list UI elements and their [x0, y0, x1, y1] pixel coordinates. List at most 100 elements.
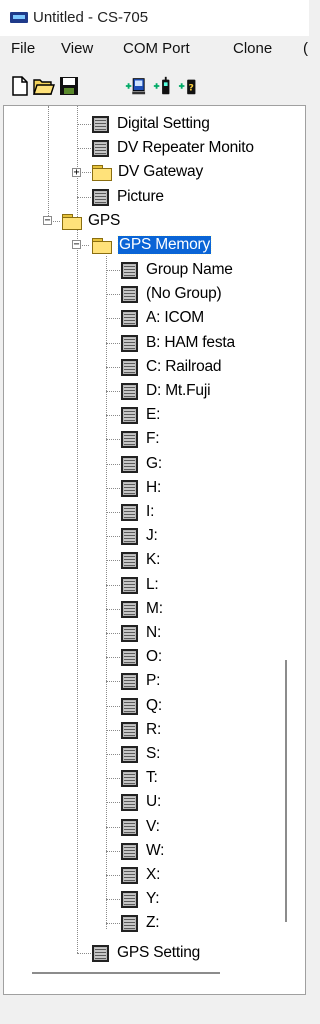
settings-page-icon	[121, 914, 138, 932]
tree-item-picture[interactable]: Picture	[92, 185, 164, 209]
tree-item-label: (No Group)	[146, 285, 222, 302]
tree-line	[106, 270, 120, 271]
settings-page-icon	[121, 576, 138, 594]
tree-view[interactable]: Digital Setting DV Repeater Monito + DV …	[3, 105, 306, 995]
gps-memory-item[interactable]: X:	[121, 863, 160, 887]
collapse-minus-icon[interactable]: −	[43, 216, 52, 226]
tree-item-gps-memory[interactable]: GPS Memory	[92, 233, 213, 257]
tree-item-label: P:	[146, 672, 161, 689]
vertical-scrollbar[interactable]	[285, 660, 287, 922]
read-from-radio-icon[interactable]	[124, 75, 146, 97]
gps-memory-item[interactable]: F:	[121, 427, 160, 451]
title-bar: Untitled - CS-705	[0, 0, 309, 36]
tree-item-dv-gateway[interactable]: DV Gateway	[92, 160, 203, 184]
tree-line	[106, 256, 107, 929]
tree-item-digital-setting[interactable]: Digital Setting	[92, 112, 210, 136]
menu-com-port[interactable]: COM Port	[123, 40, 190, 57]
gps-memory-item[interactable]: M:	[121, 597, 163, 621]
gps-memory-item[interactable]: W:	[121, 839, 164, 863]
tree-line	[77, 953, 91, 954]
gps-memory-item[interactable]: H:	[121, 476, 161, 500]
tree-item-label: W:	[146, 842, 165, 859]
gps-memory-item[interactable]: R:	[121, 718, 161, 742]
gps-memory-item[interactable]: P:	[121, 669, 160, 693]
toolbar: ?	[0, 64, 309, 106]
settings-page-icon	[121, 697, 138, 715]
radio-info-icon[interactable]: ?	[178, 75, 200, 97]
tree-item-label: S:	[146, 745, 161, 762]
gps-memory-item[interactable]: G:	[121, 452, 162, 476]
tree-line	[106, 778, 120, 779]
tree-line	[106, 415, 120, 416]
gps-memory-item[interactable]: U:	[121, 790, 161, 814]
open-folder-icon	[92, 237, 112, 254]
gps-memory-item[interactable]: (No Group)	[121, 282, 222, 306]
settings-page-icon	[92, 139, 109, 157]
gps-memory-item[interactable]: I:	[121, 500, 154, 524]
tree-line	[106, 536, 120, 537]
tree-item-gps[interactable]: GPS	[62, 209, 120, 233]
settings-page-icon	[121, 745, 138, 763]
tree-item-label: G:	[146, 455, 162, 472]
menu-clone[interactable]: Clone	[233, 40, 272, 57]
settings-page-icon	[121, 769, 138, 787]
tree-item-label: X:	[146, 866, 161, 883]
gps-memory-item[interactable]: S:	[121, 742, 160, 766]
settings-page-icon	[92, 944, 109, 962]
settings-page-icon	[121, 793, 138, 811]
tree-item-dv-repeater-monitor[interactable]: DV Repeater Monito	[92, 136, 254, 160]
gps-memory-item[interactable]: D: Mt.Fuji	[121, 379, 211, 403]
tree-item-label: M:	[146, 600, 163, 617]
tree-item-label: T:	[146, 769, 158, 786]
settings-page-icon	[121, 455, 138, 473]
tree-item-label: Q:	[146, 697, 162, 714]
tree-line	[106, 512, 120, 513]
tree-line	[77, 148, 91, 149]
gps-memory-item[interactable]: J:	[121, 524, 158, 548]
settings-page-icon	[121, 818, 138, 836]
menu-more[interactable]: (	[303, 40, 308, 57]
expand-plus-icon[interactable]: +	[72, 168, 81, 178]
tree-item-label: U:	[146, 793, 162, 810]
settings-page-icon	[121, 309, 138, 327]
menu-file[interactable]: File	[11, 40, 35, 57]
tree-line	[106, 367, 120, 368]
gps-memory-item[interactable]: A: ICOM	[121, 306, 204, 330]
tree-item-label: O:	[146, 648, 162, 665]
tree-item-label: A: ICOM	[146, 309, 205, 326]
open-folder-icon[interactable]	[33, 75, 55, 97]
gps-memory-item[interactable]: T:	[121, 766, 158, 790]
gps-memory-item[interactable]: L:	[121, 573, 159, 597]
settings-page-icon	[92, 115, 109, 133]
gps-memory-item[interactable]: Q:	[121, 694, 162, 718]
new-file-icon[interactable]	[9, 75, 31, 97]
menu-view[interactable]: View	[61, 40, 93, 57]
save-disk-icon[interactable]	[58, 75, 80, 97]
gps-memory-item[interactable]: O:	[121, 645, 162, 669]
horizontal-scrollbar[interactable]	[32, 972, 220, 974]
settings-page-icon	[121, 624, 138, 642]
gps-memory-item[interactable]: Y:	[121, 887, 160, 911]
collapse-minus-icon[interactable]: −	[72, 240, 81, 250]
window-title: Untitled - CS-705	[33, 9, 149, 26]
tree-item-label: V:	[146, 818, 160, 835]
settings-page-icon	[121, 406, 138, 424]
gps-memory-item[interactable]: E:	[121, 403, 160, 427]
write-to-radio-icon[interactable]	[152, 75, 174, 97]
settings-page-icon	[92, 188, 109, 206]
gps-memory-item[interactable]: N:	[121, 621, 161, 645]
gps-memory-item[interactable]: C: Railroad	[121, 355, 222, 379]
gps-memory-item[interactable]: Group Name	[121, 258, 233, 282]
gps-memory-item[interactable]: Z:	[121, 911, 160, 935]
gps-memory-item[interactable]: K:	[121, 548, 160, 572]
settings-page-icon	[121, 334, 138, 352]
tree-item-label: DV Gateway	[118, 163, 204, 180]
settings-page-icon	[121, 358, 138, 376]
settings-page-icon	[121, 551, 138, 569]
tree-item-gps-setting[interactable]: GPS Setting	[92, 941, 200, 965]
gps-memory-item[interactable]: V:	[121, 815, 160, 839]
tree-line	[106, 875, 120, 876]
gps-memory-item[interactable]: B: HAM festa	[121, 331, 235, 355]
tree-item-label-selected: GPS Memory	[116, 235, 213, 255]
app-icon	[10, 12, 28, 23]
